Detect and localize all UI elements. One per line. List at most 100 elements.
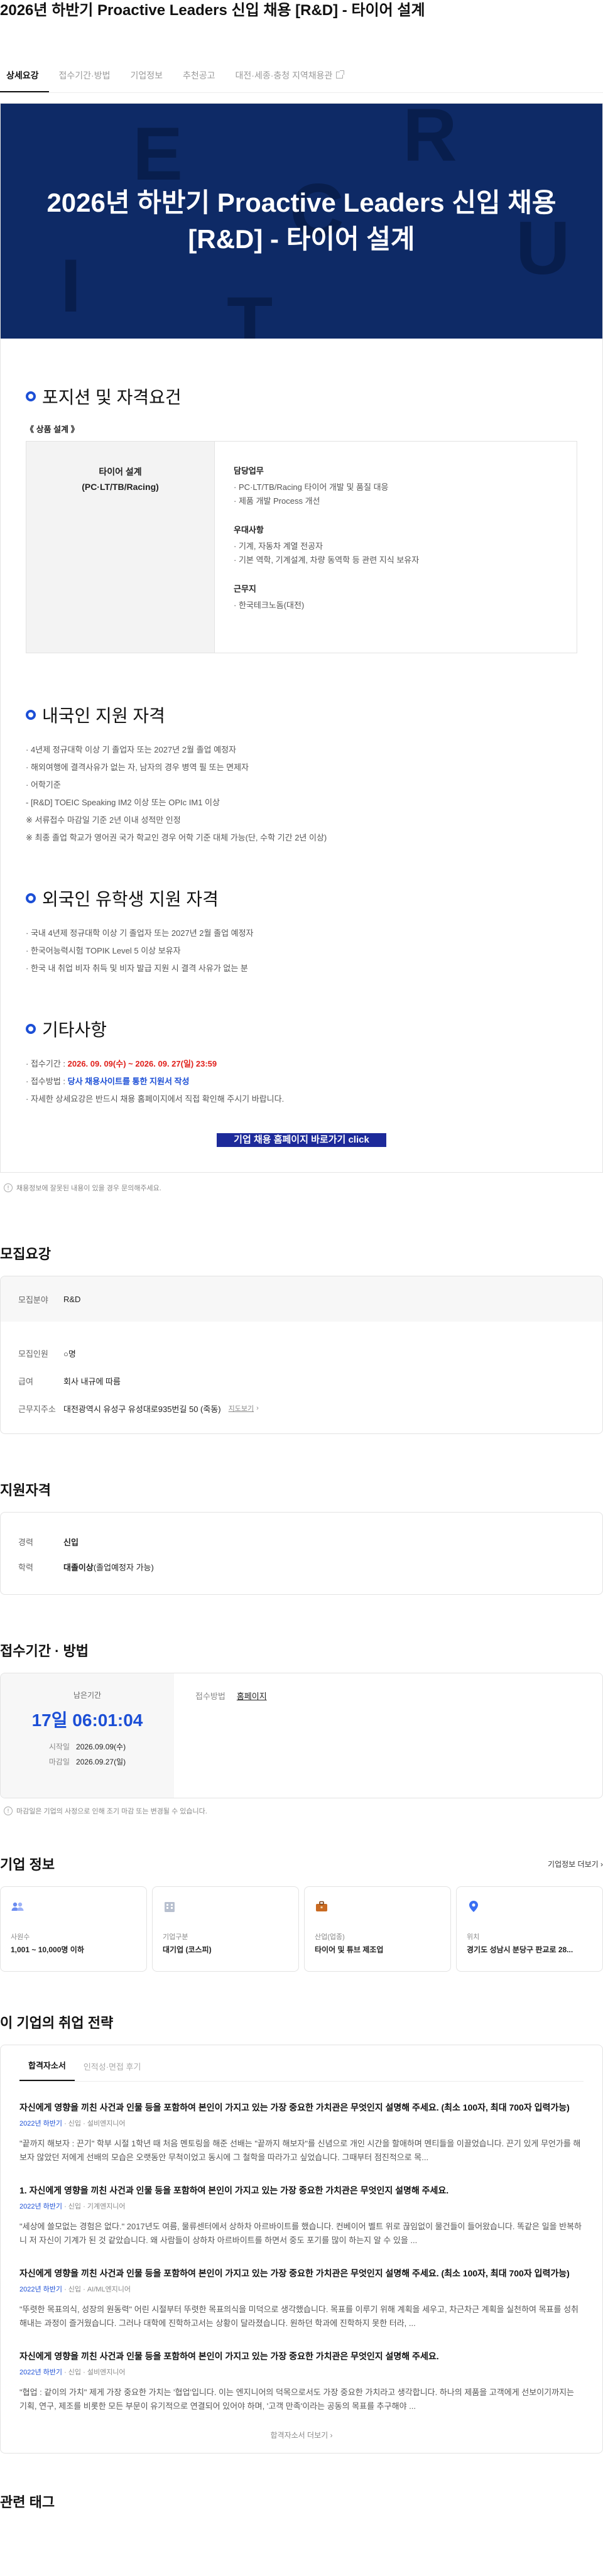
remaining-panel: 남은기간 17일 06:01:04 시작일 2026.09.09(수) 마감일 20… <box>1 1673 174 1798</box>
end-value: 2026.09.27(일) <box>76 1758 126 1766</box>
list-item: ※ 최종 졸업 학교가 영어권 국가 학교인 경우 어학 기준 대체 가능(단,… <box>26 833 327 842</box>
group-title: 근무지 <box>234 584 256 594</box>
start-date-row: 시작일 2026.09.09(수) <box>1 1739 174 1754</box>
section-position: 포지션 및 자격요건 <box>26 384 577 409</box>
tab-company-info[interactable]: 기업정보 <box>120 59 173 92</box>
position-details: 담당업무 · PC·LT/TB/Racing 타이어 개발 및 품질 대응 · … <box>215 442 577 653</box>
education-value: 대졸이상 <box>63 1562 94 1572</box>
year: 2022년 하반기 <box>19 2203 63 2210</box>
list-item: · 접수기간 : 2026. 09. 09(수) ~ 2026. 09. 27(… <box>26 1055 577 1073</box>
apply-title: 접수기간 · 방법 <box>0 1643 89 1659</box>
hero-bg-letter: I <box>60 244 82 328</box>
company-homepage-button[interactable]: 기업 채용 홈페이지 바로가기 click <box>217 1133 386 1147</box>
position-sublabel: 《 상품 설계 》 <box>26 425 79 434</box>
count-label: 모집인원 <box>18 1349 48 1359</box>
type: 신입 <box>68 2203 82 2210</box>
bullet-ring-icon <box>26 1024 36 1034</box>
list-item[interactable]: 1. 자신에게 영향을 끼친 사건과 인물 등을 포함하여 본인이 가지고 있는… <box>19 2165 584 2247</box>
question: 1. 자신에게 영향을 끼친 사건과 인물 등을 포함하여 본인이 가지고 있는… <box>19 2185 449 2195</box>
notice-text: 마감일은 기업의 사정으로 인해 조기 마감 또는 변경될 수 있습니다. <box>16 1808 207 1815</box>
field-label: 모집분야 <box>18 1295 48 1305</box>
answer: "협업 : 같이의 가치" 제게 가장 중요한 가치는 '협업'입니다. 이는 … <box>19 2388 575 2411</box>
external-link-icon <box>336 70 345 79</box>
address-label: 근무지주소 <box>18 1404 56 1414</box>
group-item: · 기계, 자동차 계열 전공자 <box>234 541 323 551</box>
map-link[interactable]: 지도보기 <box>229 1403 254 1413</box>
company-more-link[interactable]: 기업정보 더보기 › <box>548 1859 603 1869</box>
question: 자신에게 영향을 끼친 사건과 인물 등을 포함하여 본인이 가지고 있는 가장… <box>19 2102 570 2112</box>
preference-group: 우대사항 · 기계, 자동차 계열 전공자 · 기본 역학, 기계설계, 차량 … <box>234 523 558 567</box>
meta: 2022년 하반기 · 신입 · 설비엔지니어 <box>19 2120 126 2128</box>
education-row: 학력 대졸이상 (졸업예정자 가능) <box>1 1554 602 1579</box>
year: 2022년 하반기 <box>19 2120 63 2128</box>
tab-detail[interactable]: 상세요강 <box>0 59 49 92</box>
career-row: 경력 신입 <box>1 1529 602 1554</box>
company-title: 기업 정보 <box>0 1857 55 1872</box>
homepage-link[interactable]: 홈페이지 <box>237 1692 267 1701</box>
group-title: 우대사항 <box>234 525 264 535</box>
building-icon <box>165 1902 175 1912</box>
list-item[interactable]: 자신에게 영향을 끼친 사건과 인물 등을 포함하여 본인이 가지고 있는 가장… <box>19 2082 584 2165</box>
info-icon: ! <box>4 1183 13 1192</box>
list-item: · 4년제 정규대학 이상 기 졸업자 또는 2027년 2월 졸업 예정자 <box>26 745 236 754</box>
tab-interview-reviews[interactable]: 인적성·면접 후기 <box>75 2060 150 2081</box>
foreign-list: · 국내 4년제 정규대학 이상 기 졸업자 또는 2027년 2월 졸업 예정… <box>26 925 577 977</box>
card-label: 기업구분 <box>163 1933 188 1941</box>
start-label: 시작일 <box>48 1742 70 1751</box>
more-cover-letters-link[interactable]: 합격자소서 더보기 › <box>19 2413 584 2453</box>
company-card[interactable]: 사원수 1,001 ~ 10,000명 이하 <box>0 1886 147 1972</box>
card-value: 대기업 (코스피) <box>163 1945 212 1954</box>
group-title: 담당업무 <box>234 466 264 476</box>
method-label: · 접수방법 : <box>26 1077 68 1086</box>
info-icon: ! <box>4 1807 13 1815</box>
education-note: (졸업예정자 가능) <box>93 1562 154 1572</box>
tab-regional-label: 대전·세종·충청 지역채용관 <box>235 70 333 80</box>
section-heading: 외국인 유학생 지원 자격 <box>42 889 219 909</box>
remaining-label: 남은기간 <box>73 1691 102 1700</box>
card-label: 산업(업종) <box>315 1933 345 1941</box>
meta: 2022년 하반기 · 신입 · 기계엔지니어 <box>19 2203 126 2210</box>
duty-group: 담당업무 · PC·LT/TB/Racing 타이어 개발 및 품질 대응 · … <box>234 464 558 508</box>
meta: 2022년 하반기 · 신입 · 설비엔지니어 <box>19 2369 126 2376</box>
dates: 시작일 2026.09.09(수) 마감일 2026.09.27(일) <box>1 1739 174 1769</box>
tab-apply-period[interactable]: 접수기간·방법 <box>49 59 121 92</box>
answer: "뚜렷한 목표의식, 성장의 원동력" 어린 시절부터 뚜렷한 목표의식을 미덕… <box>19 2305 579 2328</box>
year: 2022년 하반기 <box>19 2369 63 2376</box>
salary-row: 급여 회사 내규에 따름 <box>1 1367 602 1394</box>
company-card[interactable]: 기업구분 대기업 (코스피) <box>152 1886 299 1972</box>
card-value: 타이어 및 튜브 제조업 <box>315 1945 384 1954</box>
list-item: · 한국 내 취업 비자 취득 및 비자 발급 지원 시 결격 사유가 없는 분 <box>26 964 248 973</box>
tab-recommended[interactable]: 추천공고 <box>173 59 225 92</box>
type: 신입 <box>68 2120 82 2128</box>
recruit-title: 모집요강 <box>0 1246 51 1262</box>
notice-text[interactable]: 채용정보에 잘못된 내용이 있을 경우 문의해주세요. <box>16 1183 161 1193</box>
list-item: · 한국어능력시험 TOPIK Level 5 이상 보유자 <box>26 946 181 955</box>
company-card[interactable]: 위치 경기도 성남시 분당구 판교로 28... <box>456 1886 603 1972</box>
list-item: ※ 서류접수 마감일 기준 2년 이내 성적만 인정 <box>26 815 181 825</box>
list-item: - [R&D] TOEIC Speaking IM2 이상 또는 OPIc IM… <box>26 798 220 807</box>
qualification-box: 경력 신입 학력 대졸이상 (졸업예정자 가능) <box>0 1512 603 1595</box>
section-heading: 기타사항 <box>42 1020 107 1040</box>
briefcase-icon <box>316 1901 327 1911</box>
hero-title: 2026년 하반기 Proactive Leaders 신입 채용 [R&D] … <box>46 188 557 254</box>
period-label: · 접수기간 : <box>26 1059 68 1068</box>
company-card[interactable]: 산업(업종) 타이어 및 튜브 제조업 <box>304 1886 451 1972</box>
job: AI/ML엔지니어 <box>87 2286 131 2293</box>
deadline-notice: ! 마감일은 기업의 사정으로 인해 조기 마감 또는 변경될 수 있습니다. <box>0 1798 603 1816</box>
list-item[interactable]: 자신에게 영향을 끼친 사건과 인물 등을 포함하여 본인이 가지고 있는 가장… <box>19 2330 584 2413</box>
etc-list: · 접수기간 : 2026. 09. 09(수) ~ 2026. 09. 27(… <box>26 1055 577 1108</box>
type: 신입 <box>68 2286 82 2293</box>
hero-bg-letter: E <box>133 112 183 196</box>
section-heading: 내국인 지원 자격 <box>42 706 165 726</box>
recruit-box: 모집분야 R&D 모집인원 ○명 급여 회사 내규에 따름 근무지주소 대전광역시 유성… <box>0 1276 603 1434</box>
tab-regional[interactable]: 대전·세종·충청 지역채용관 <box>225 59 354 92</box>
hero-bg-letter: T <box>227 281 273 339</box>
qualification-title: 지원자격 <box>0 1482 51 1498</box>
list-item: · 국내 4년제 정규대학 이상 기 졸업자 또는 2027년 2월 졸업 예정… <box>26 928 254 938</box>
card-label: 위치 <box>467 1933 480 1941</box>
list-item[interactable]: 자신에게 영향을 끼친 사건과 인물 등을 포함하여 본인이 가지고 있는 가장… <box>19 2247 584 2330</box>
tab-cover-letters[interactable]: 합격자소서 <box>19 2059 75 2081</box>
count-value: ○명 <box>63 1349 76 1359</box>
poster-body: 포지션 및 자격요건 《 상품 설계 》 타이어 설계 (PC·LT/TB/Ra… <box>1 339 602 1172</box>
start-value: 2026.09.09(수) <box>76 1742 126 1751</box>
